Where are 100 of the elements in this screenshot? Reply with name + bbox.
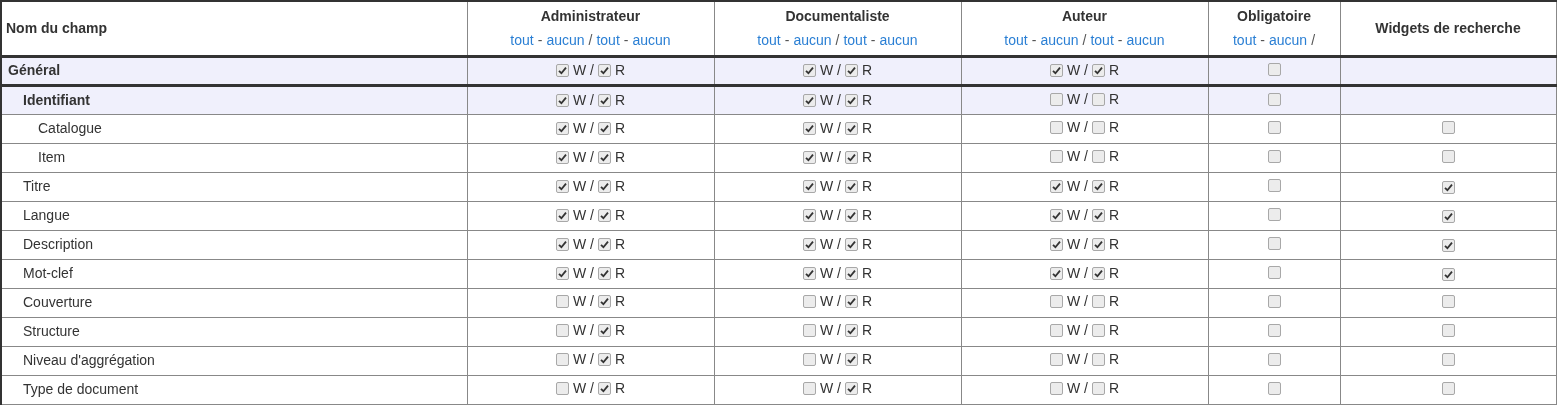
checkbox[interactable] (1049, 353, 1063, 366)
checkbox[interactable] (598, 295, 611, 308)
checkbox[interactable] (1092, 180, 1105, 193)
checkbox[interactable] (802, 382, 816, 395)
checkbox[interactable] (845, 93, 858, 107)
checkbox[interactable] (845, 353, 858, 366)
checkbox[interactable] (1092, 150, 1105, 163)
checkbox[interactable] (845, 382, 858, 395)
checkbox[interactable] (1267, 237, 1281, 250)
select-link[interactable]: tout (1232, 29, 1257, 51)
checkbox[interactable] (1092, 238, 1105, 251)
checkbox[interactable] (1049, 64, 1063, 77)
checkbox[interactable] (1267, 208, 1281, 221)
checkbox[interactable] (555, 180, 569, 193)
checkbox[interactable] (1092, 324, 1105, 337)
checkbox[interactable] (598, 180, 611, 193)
checkbox[interactable] (555, 267, 569, 280)
checkbox[interactable] (845, 324, 858, 337)
checkbox[interactable] (1092, 382, 1105, 395)
checkbox[interactable] (845, 151, 858, 164)
select-link[interactable]: tout (596, 29, 620, 51)
checkbox[interactable] (845, 122, 858, 135)
checkbox[interactable] (802, 238, 816, 251)
checkbox[interactable] (845, 209, 858, 222)
select-link[interactable]: tout (1004, 29, 1028, 51)
checkbox[interactable] (802, 180, 816, 193)
checkbox[interactable] (1441, 382, 1455, 395)
checkbox[interactable] (598, 267, 611, 280)
checkbox[interactable] (1049, 324, 1063, 337)
checkbox[interactable] (845, 295, 858, 308)
checkbox[interactable] (1441, 210, 1455, 223)
checkbox[interactable] (1267, 382, 1281, 395)
checkbox[interactable] (1441, 239, 1455, 252)
checkbox[interactable] (802, 209, 816, 222)
checkbox[interactable] (1049, 92, 1063, 106)
checkbox[interactable] (1267, 121, 1281, 134)
checkbox[interactable] (555, 151, 569, 164)
checkbox[interactable] (1267, 324, 1281, 337)
checkbox[interactable] (802, 353, 816, 366)
checkbox[interactable] (555, 238, 569, 251)
checkbox[interactable] (1092, 121, 1105, 134)
checkbox[interactable] (1092, 64, 1105, 77)
checkbox[interactable] (1049, 238, 1063, 251)
checkbox[interactable] (802, 93, 816, 107)
select-link[interactable]: aucun (546, 29, 585, 51)
checkbox[interactable] (555, 353, 569, 366)
checkbox[interactable] (802, 151, 816, 164)
checkbox[interactable] (1441, 150, 1455, 163)
select-link[interactable]: tout (1090, 29, 1114, 51)
checkbox[interactable] (555, 324, 569, 337)
checkbox[interactable] (1441, 295, 1455, 308)
checkbox[interactable] (1092, 92, 1105, 106)
checkbox[interactable] (1092, 353, 1105, 366)
checkbox[interactable] (598, 238, 611, 251)
checkbox[interactable] (1441, 353, 1455, 366)
checkbox[interactable] (1049, 209, 1063, 222)
checkbox[interactable] (802, 267, 816, 280)
checkbox[interactable] (1092, 267, 1105, 280)
checkbox[interactable] (598, 93, 611, 107)
checkbox[interactable] (1049, 382, 1063, 395)
select-link[interactable]: aucun (879, 29, 918, 51)
checkbox[interactable] (1267, 92, 1281, 106)
checkbox[interactable] (1267, 266, 1281, 279)
checkbox[interactable] (598, 353, 611, 366)
checkbox[interactable] (1267, 295, 1281, 308)
select-link[interactable]: aucun (1269, 29, 1308, 51)
select-link[interactable]: tout (510, 29, 534, 51)
checkbox[interactable] (802, 64, 816, 77)
checkbox[interactable] (1049, 267, 1063, 280)
checkbox[interactable] (555, 295, 569, 308)
checkbox[interactable] (555, 64, 569, 77)
checkbox[interactable] (555, 209, 569, 222)
checkbox[interactable] (845, 64, 858, 77)
checkbox[interactable] (1092, 295, 1105, 308)
checkbox[interactable] (555, 382, 569, 395)
checkbox[interactable] (1267, 150, 1281, 163)
select-link[interactable]: aucun (1126, 29, 1165, 51)
checkbox[interactable] (1267, 353, 1281, 366)
checkbox[interactable] (845, 238, 858, 251)
select-link[interactable]: tout (757, 29, 781, 51)
checkbox[interactable] (802, 122, 816, 135)
select-link[interactable]: aucun (632, 29, 671, 51)
checkbox[interactable] (802, 324, 816, 337)
checkbox[interactable] (1441, 121, 1455, 134)
checkbox[interactable] (1049, 121, 1063, 134)
checkbox[interactable] (1441, 181, 1455, 194)
select-link[interactable]: aucun (1040, 29, 1079, 51)
checkbox[interactable] (1049, 180, 1063, 193)
checkbox[interactable] (1267, 179, 1281, 192)
checkbox[interactable] (1049, 295, 1063, 308)
checkbox[interactable] (1092, 209, 1105, 222)
checkbox[interactable] (1441, 268, 1455, 281)
select-link[interactable]: aucun (793, 29, 832, 51)
checkbox[interactable] (1049, 150, 1063, 163)
checkbox[interactable] (802, 295, 816, 308)
checkbox[interactable] (598, 382, 611, 395)
checkbox[interactable] (1267, 63, 1281, 76)
checkbox[interactable] (598, 151, 611, 164)
checkbox[interactable] (598, 122, 611, 135)
checkbox[interactable] (845, 267, 858, 280)
